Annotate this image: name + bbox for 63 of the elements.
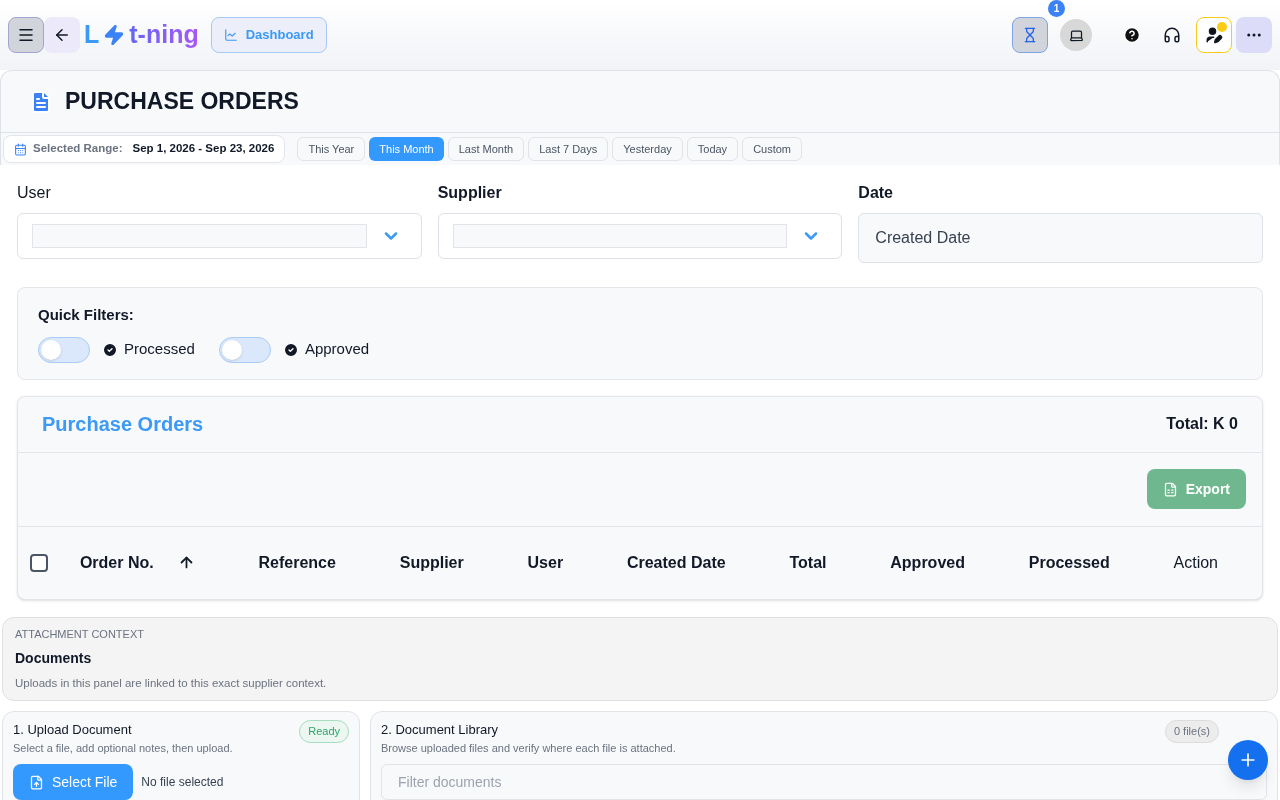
upload-subtitle: Select a file, add optional notes, then upload. — [13, 740, 233, 756]
select-field[interactable] — [437, 213, 843, 259]
range-tab[interactable]: Today — [686, 137, 739, 161]
profile-button[interactable] — [1196, 17, 1232, 53]
range-tab[interactable]: This Year — [297, 137, 366, 161]
document-icon — [29, 89, 53, 114]
column-header[interactable]: Total — [789, 550, 827, 575]
library-subtitle: Browse uploaded files and verify where each file is attached. — [381, 740, 676, 756]
library-title: 2. Document Library — [381, 721, 500, 740]
column-header[interactable]: Processed — [1028, 550, 1110, 575]
column-header[interactable]: Order No. — [79, 550, 154, 575]
field-label: Supplier — [437, 183, 503, 203]
toggle-label: Processed — [124, 339, 195, 360]
logo-text: L — [84, 19, 100, 51]
laptop-icon[interactable] — [1068, 27, 1084, 43]
range-tab[interactable]: Yesterday — [612, 137, 683, 161]
range-tab[interactable]: Last 7 Days — [528, 137, 609, 161]
menu-button[interactable] — [8, 17, 44, 53]
hourglass-icon[interactable] — [1022, 27, 1038, 43]
column-header[interactable]: User — [527, 550, 564, 575]
laptop-button[interactable] — [1060, 19, 1092, 51]
attachment-title: Documents — [15, 649, 93, 668]
headset-icon[interactable] — [1163, 26, 1181, 44]
select-all-checkbox[interactable] — [30, 553, 48, 572]
file-upload-icon[interactable] — [29, 774, 44, 790]
quick-filters-title: Quick Filters: — [38, 305, 135, 325]
field-label: User — [17, 183, 52, 203]
column-header[interactable]: Approved — [890, 550, 965, 575]
status-badge: Ready — [299, 720, 349, 743]
total-amount: Total: K 0 — [1166, 414, 1238, 434]
attachment-eyebrow: ATTACHMENT CONTEXT — [15, 626, 145, 642]
check-icon — [282, 341, 299, 358]
range-value: Sep 1, 2026 - Sep 23, 2026 — [132, 141, 275, 157]
date-field[interactable]: Created Date — [858, 213, 1263, 263]
select-field[interactable] — [17, 213, 422, 259]
range-label: Selected Range: — [33, 141, 123, 157]
attachment-description: Uploads in this panel are linked to this exact supplier context. — [15, 676, 328, 691]
upload-title: 1. Upload Document — [13, 721, 133, 740]
calendar-icon — [14, 142, 27, 156]
pending-button[interactable] — [1012, 17, 1048, 53]
check-icon — [102, 341, 118, 358]
file-count-badge: 0 file(s) — [1164, 720, 1219, 743]
column-header[interactable]: Action — [1173, 550, 1218, 575]
toggle-switch[interactable] — [38, 336, 90, 363]
back-button[interactable] — [44, 17, 80, 53]
filter-field[interactable]: Filter documents — [381, 764, 1267, 800]
range-tab[interactable]: Custom — [742, 137, 803, 161]
field-label: Date — [858, 183, 894, 203]
count-badge: 1 — [1048, 0, 1065, 17]
menu-icon[interactable] — [17, 26, 35, 44]
file-status: No file selected — [141, 774, 224, 792]
page-title: PURCHASE ORDERS — [65, 87, 299, 117]
toggle-switch[interactable] — [218, 336, 271, 363]
toggle-label: Approved — [304, 339, 370, 360]
column-header[interactable]: Reference — [258, 550, 336, 575]
card-title: Purchase Orders — [42, 412, 204, 437]
user-edit-icon[interactable] — [1205, 26, 1223, 44]
help-icon[interactable] — [1123, 26, 1141, 44]
line-chart-icon — [223, 28, 238, 42]
range-tab[interactable]: Last Month — [447, 137, 525, 161]
column-header[interactable]: Supplier — [399, 550, 464, 575]
bolt-icon — [103, 24, 126, 46]
column-header[interactable]: Created Date — [626, 550, 726, 575]
